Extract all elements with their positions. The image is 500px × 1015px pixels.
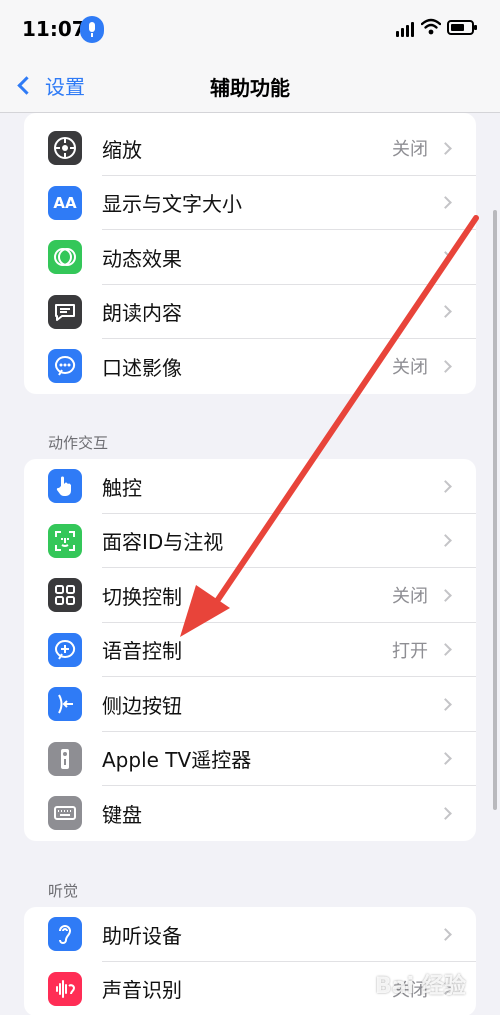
row-label: 触控 [102,475,142,500]
chevron-right-icon [439,588,452,602]
chevron-right-icon [439,359,452,373]
row-label: 朗读内容 [102,301,182,326]
chevron-right-icon [439,305,452,319]
chevron-right-icon [439,479,452,493]
microphone-icon [80,16,104,43]
scrolled-row-remnant [24,113,476,121]
group-physical-motor: 触控 面容ID与注视 切换控制 关闭 语音控制 打开 侧边按钮 Apple TV… [24,459,476,841]
chevron-right-icon [439,196,452,210]
motion-icon [48,240,82,275]
row-keyboards[interactable]: 键盘 [24,786,476,841]
battery-icon [447,20,477,35]
row-touch[interactable]: 触控 [24,459,476,514]
row-value: 关闭 [392,139,428,161]
row-spoken-content[interactable]: 朗读内容 [24,285,476,339]
row-face-id-attention[interactable]: 面容ID与注视 [24,514,476,568]
side-button-icon [48,687,82,722]
row-apple-tv-remote[interactable]: Apple TV遥控器 [24,732,476,786]
row-value: 关闭 [392,357,428,379]
row-hearing-devices[interactable]: 助听设备 [24,907,476,962]
group-vision: 缩放 关闭 AA 显示与文字大小 动态效果 朗读内容 口述影像 关闭 [24,113,476,394]
row-value: 关闭 [392,586,428,608]
scroll-indicator[interactable] [493,210,497,810]
row-label: 声音识别 [102,978,182,1003]
row-label: 缩放 [102,137,142,162]
zoom-icon [48,131,82,166]
row-label: 面容ID与注视 [102,530,224,555]
status-time: 11:07 [22,17,86,41]
row-motion[interactable]: 动态效果 [24,230,476,285]
row-label: 助听设备 [102,923,182,948]
chevron-right-icon [439,806,452,820]
status-bar: 11:07 [0,0,500,58]
audio-description-icon [48,349,82,384]
row-zoom[interactable]: 缩放 关闭 [24,121,476,176]
voice-control-icon [48,632,82,667]
chevron-right-icon [439,752,452,766]
row-voice-control[interactable]: 语音控制 打开 [24,623,476,677]
chevron-right-icon [439,697,452,711]
row-label: 动态效果 [102,246,182,271]
row-audio-descriptions[interactable]: 口述影像 关闭 [24,339,476,394]
chevron-right-icon [439,250,452,264]
page-title: 辅助功能 [210,76,290,100]
hand-icon [48,469,82,504]
row-label: 口述影像 [102,355,182,380]
ear-icon [48,917,82,952]
row-label: 显示与文字大小 [102,192,242,217]
face-id-icon [48,523,82,558]
cellular-signal-icon [396,21,416,37]
section-header-hearing: 听觉 [48,882,79,900]
row-label: Apple TV遥控器 [102,748,252,773]
keyboard-icon [48,796,82,831]
chevron-right-icon [439,643,452,657]
switch-control-icon [48,578,82,613]
row-label: 侧边按钮 [102,693,182,718]
text-size-icon: AA [48,185,82,220]
chevron-right-icon [439,534,452,548]
wifi-icon [421,18,441,35]
chevron-right-icon [439,141,452,155]
row-label: 切换控制 [102,584,182,609]
navigation-bar: 设置 辅助功能 [0,58,500,113]
row-display-text-size[interactable]: AA 显示与文字大小 [24,176,476,230]
row-side-button[interactable]: 侧边按钮 [24,677,476,732]
row-value: 打开 [392,640,428,662]
section-header-physical: 动作交互 [48,434,109,452]
sound-recognition-icon [48,971,82,1006]
speech-bubble-icon [48,294,82,329]
chevron-right-icon [439,927,452,941]
row-switch-control[interactable]: 切换控制 关闭 [24,568,476,623]
row-label: 语音控制 [102,639,182,664]
remote-icon [48,741,82,776]
row-label: 键盘 [102,802,142,827]
watermark: Bai 经验 [375,974,466,999]
